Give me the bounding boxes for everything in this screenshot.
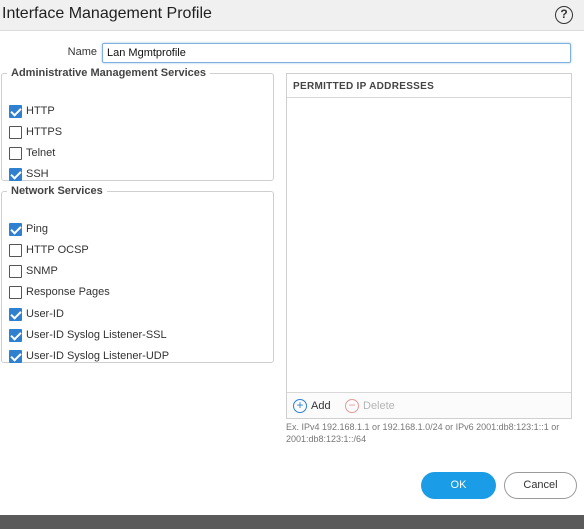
ok-button[interactable]: OK — [421, 472, 496, 499]
checkbox-ping[interactable]: Ping — [9, 222, 48, 236]
name-input[interactable] — [102, 43, 571, 63]
name-label: Name — [67, 46, 97, 58]
checkbox-box[interactable] — [9, 285, 22, 299]
checkbox-label: Response Pages — [26, 286, 110, 298]
dialog-titlebar: Interface Management Profile ? — [0, 0, 584, 31]
checkbox-label: SSH — [26, 168, 49, 180]
checkbox-response-pages[interactable]: Response Pages — [9, 285, 110, 299]
checkbox-ssh[interactable]: SSH — [9, 167, 49, 181]
network-services-legend: Network Services — [11, 185, 103, 197]
checkbox-box[interactable] — [9, 328, 22, 342]
checkbox-http-ocsp[interactable]: HTTP OCSP — [9, 243, 89, 257]
checkbox-label: HTTP OCSP — [26, 244, 89, 256]
checkbox-label: User-ID — [26, 308, 64, 320]
dialog-title: Interface Management Profile — [2, 5, 212, 22]
checkbox-box[interactable] — [9, 146, 22, 160]
checkbox-user-id-syslog-ssl[interactable]: User-ID Syslog Listener-SSL — [9, 328, 167, 342]
add-button[interactable]: + Add — [293, 399, 331, 413]
checkbox-label: HTTP — [26, 105, 55, 117]
admin-services-group: Administrative Management Services HTTP … — [1, 67, 274, 181]
background-taskbar — [0, 515, 584, 529]
interface-management-profile-dialog: Interface Management Profile ? Name Admi… — [0, 0, 584, 515]
checkbox-snmp[interactable]: SNMP — [9, 264, 58, 278]
checkbox-box[interactable] — [9, 125, 22, 139]
permitted-ip-toolbar: + Add − Delete — [287, 392, 571, 418]
ip-format-hint: Ex. IPv4 192.168.1.1 or 192.168.1.0/24 o… — [286, 422, 560, 444]
permitted-ip-header: PERMITTED IP ADDRESSES — [287, 74, 571, 98]
checkbox-box[interactable] — [9, 243, 22, 257]
delete-circle-icon: − — [345, 399, 359, 413]
cancel-button[interactable]: Cancel — [504, 472, 577, 499]
permitted-ip-panel: PERMITTED IP ADDRESSES + Add − Delete — [286, 73, 572, 419]
permitted-ip-list[interactable] — [287, 98, 571, 392]
checkbox-label: User-ID Syslog Listener-UDP — [26, 350, 170, 362]
checkbox-box[interactable] — [9, 307, 22, 321]
checkbox-https[interactable]: HTTPS — [9, 125, 62, 139]
admin-services-legend: Administrative Management Services — [11, 67, 207, 79]
checkbox-label: User-ID Syslog Listener-SSL — [26, 329, 167, 341]
checkbox-user-id[interactable]: User-ID — [9, 307, 64, 321]
network-services-group: Network Services Ping HTTP OCSP SNMP Res… — [1, 185, 274, 363]
add-label: Add — [311, 400, 331, 412]
checkbox-box[interactable] — [9, 349, 22, 363]
delete-button[interactable]: − Delete — [345, 399, 395, 413]
checkbox-telnet[interactable]: Telnet — [9, 146, 55, 160]
checkbox-box[interactable] — [9, 167, 22, 181]
checkbox-box[interactable] — [9, 222, 22, 236]
checkbox-box[interactable] — [9, 264, 22, 278]
checkbox-label: HTTPS — [26, 126, 63, 138]
add-circle-icon: + — [293, 399, 307, 413]
checkbox-label: SNMP — [26, 265, 58, 277]
delete-label: Delete — [363, 400, 395, 412]
checkbox-user-id-syslog-udp[interactable]: User-ID Syslog Listener-UDP — [9, 349, 169, 363]
checkbox-label: Telnet — [26, 147, 56, 159]
checkbox-label: Ping — [26, 223, 49, 235]
checkbox-http[interactable]: HTTP — [9, 104, 55, 118]
checkbox-box[interactable] — [9, 104, 22, 118]
help-icon[interactable]: ? — [555, 6, 573, 24]
